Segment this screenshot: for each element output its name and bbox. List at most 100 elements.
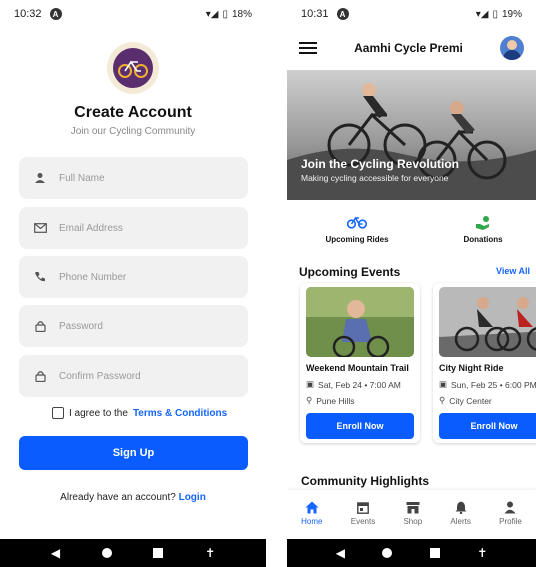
enroll-now-button[interactable]: Enroll Now [439, 413, 536, 439]
donation-icon [433, 215, 533, 231]
phone-placeholder: Phone Number [59, 271, 127, 283]
event-name: City Night Ride [439, 363, 504, 373]
password-field[interactable]: Password [19, 305, 248, 347]
screenshot-stage: 10:32 A ▾◢ ▯ 18% Create Account Join our… [0, 0, 536, 567]
password-placeholder: Password [59, 320, 103, 332]
community-highlights-title: Community Highlights [301, 474, 429, 488]
calendar-icon [357, 500, 369, 514]
tab-label: Alerts [450, 517, 471, 526]
donations-label: Donations [463, 235, 503, 244]
battery-level: 19% [501, 8, 522, 20]
signal-icon: ▾◢ [205, 8, 219, 20]
recents-icon[interactable] [153, 548, 164, 558]
have-account-text: Already have an account? [60, 492, 176, 503]
calendar-icon: ▣ [306, 379, 315, 389]
terms-checkbox[interactable] [52, 407, 64, 419]
envelope-icon [33, 221, 47, 235]
home-nav-icon[interactable] [101, 548, 112, 558]
tab-label: Shop [403, 517, 423, 526]
upcoming-rides-button[interactable]: Upcoming Rides [307, 215, 407, 244]
event-card[interactable]: Weekend Mountain Trail ▣ Sat, Feb 24 • 7… [300, 283, 420, 443]
tab-profile[interactable]: Profile [499, 500, 522, 526]
status-bar: 10:32 A ▾◢ ▯ 18% [0, 0, 266, 28]
email-placeholder: Email Address [59, 222, 123, 234]
person-icon [33, 171, 47, 185]
home-nav-icon[interactable] [382, 548, 393, 558]
event-photo [306, 287, 414, 357]
phone-icon [33, 270, 47, 284]
back-icon[interactable]: ◀ [51, 546, 60, 560]
app-logo [107, 42, 159, 94]
tab-label: Events [350, 517, 376, 526]
lock-icon [33, 369, 47, 383]
event-date: Sat, Feb 24 • 7:00 AM [318, 379, 401, 390]
tab-label: Profile [499, 517, 522, 526]
bicycle-logo-icon [118, 60, 148, 78]
sign-up-button[interactable]: Sign Up [19, 436, 248, 470]
view-all-link[interactable]: View All [496, 266, 530, 276]
email-field[interactable]: Email Address [19, 207, 248, 249]
event-card[interactable]: City Night Ride ▣ Sun, Feb 25 • 6:00 PM … [433, 283, 536, 443]
phone-field[interactable]: Phone Number [19, 256, 248, 298]
page-subtitle: Join our Cycling Community [70, 126, 196, 137]
hero-title: Join the Cycling Revolution [301, 157, 460, 171]
notification-icon: A [336, 8, 349, 20]
enroll-now-button[interactable]: Enroll Now [306, 413, 414, 439]
donations-button[interactable]: Donations [433, 215, 533, 244]
tab-label: Home [301, 517, 323, 526]
profile-icon [504, 500, 516, 514]
login-link[interactable]: Login [179, 492, 206, 503]
hero-subtitle: Making cycling accessible for everyone [301, 173, 449, 183]
hamburger-menu-icon[interactable] [299, 42, 317, 54]
status-time: 10:31 [301, 8, 329, 20]
bottom-tab-bar: Home Events Shop Alerts Profile [287, 490, 536, 536]
event-name: Weekend Mountain Trail [306, 363, 409, 373]
home-screen: 10:31 A ▾◢ ▯ 19% Aamhi Cycle Premi Join … [287, 0, 536, 567]
agree-text: I agree to the [69, 407, 128, 419]
location-pin-icon: ⚲ [439, 395, 446, 405]
event-location: Pune Hills [316, 395, 355, 406]
app-header: Aamhi Cycle Premi [287, 28, 536, 68]
home-icon [305, 500, 319, 514]
tab-shop[interactable]: Shop [403, 500, 422, 526]
accessibility-icon[interactable]: ✝ [477, 546, 487, 560]
create-account-screen: 10:32 A ▾◢ ▯ 18% Create Account Join our… [0, 0, 266, 567]
tab-home[interactable]: Home [301, 500, 322, 526]
back-icon[interactable]: ◀ [336, 546, 345, 560]
app-title: Aamhi Cycle Premi [354, 41, 463, 55]
avatar[interactable] [500, 36, 524, 60]
system-nav-bar: ◀ ✝ [0, 539, 266, 567]
login-prompt: Already have an account? Login [0, 492, 266, 503]
status-indicators: ▾◢ ▯ 19% [476, 9, 522, 20]
tab-alerts[interactable]: Alerts [450, 500, 471, 526]
lock-icon [33, 319, 47, 333]
battery-icon: ▯ [222, 8, 228, 20]
status-bar: 10:31 A ▾◢ ▯ 19% [287, 0, 536, 28]
system-nav-bar: ◀ ✝ [287, 539, 536, 567]
status-indicators: ▾◢ ▯ 18% [206, 9, 252, 20]
notification-icon: A [49, 8, 62, 20]
full-name-placeholder: Full Name [59, 172, 105, 184]
upcoming-rides-label: Upcoming Rides [325, 235, 389, 244]
bell-icon [455, 500, 467, 514]
terms-link[interactable]: Terms & Conditions [133, 408, 227, 419]
confirm-password-field[interactable]: Confirm Password [19, 355, 248, 397]
bicycle-icon [307, 215, 407, 231]
recents-icon[interactable] [429, 548, 440, 558]
tab-events[interactable]: Events [351, 500, 375, 526]
battery-icon: ▯ [492, 8, 498, 20]
terms-agreement: I agree to the Terms & Conditions [52, 407, 227, 419]
full-name-field[interactable]: Full Name [19, 157, 248, 199]
location-pin-icon: ⚲ [306, 395, 313, 405]
confirm-password-placeholder: Confirm Password [59, 370, 141, 382]
event-location: City Center [449, 395, 492, 406]
accessibility-icon[interactable]: ✝ [205, 546, 215, 560]
hero-banner[interactable]: Join the Cycling Revolution Making cycli… [287, 70, 536, 200]
battery-level: 18% [231, 8, 252, 20]
event-photo [439, 287, 536, 357]
calendar-icon: ▣ [439, 379, 448, 389]
event-date: Sun, Feb 25 • 6:00 PM [451, 379, 536, 390]
status-time: 10:32 [14, 8, 42, 20]
section-title: Upcoming Events [299, 265, 401, 279]
signal-icon: ▾◢ [475, 8, 489, 20]
